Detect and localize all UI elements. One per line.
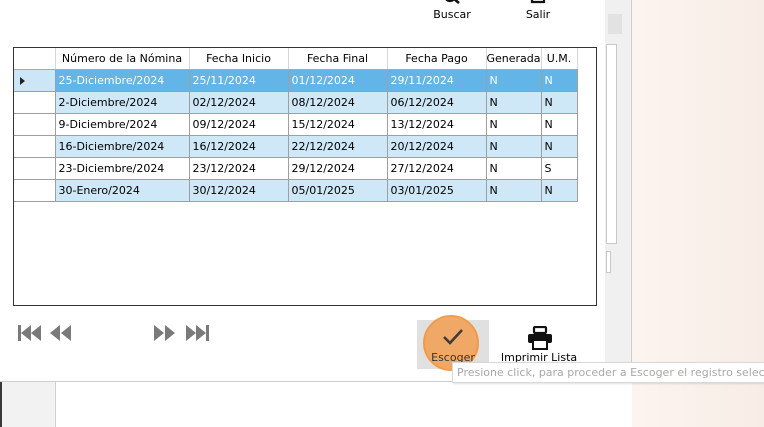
table-cell[interactable]: 06/12/2024 <box>387 91 487 114</box>
table-cell[interactable]: N <box>541 179 578 202</box>
table-cell[interactable]: 23/12/2024 <box>189 157 289 180</box>
table-cell[interactable]: 02/12/2024 <box>189 91 289 114</box>
table-cell[interactable]: 01/12/2024 <box>288 69 388 92</box>
first-page-icon[interactable] <box>16 323 44 343</box>
search-label: Buscar <box>433 8 471 21</box>
payroll-selection-dialog: Buscar Salir Número de la Nómina Fecha I… <box>0 0 632 382</box>
table-cell[interactable]: N <box>486 135 542 158</box>
table-row[interactable]: 16-Diciembre/2024 16/12/2024 22/12/2024 20/… <box>14 135 578 158</box>
printer-icon <box>528 326 552 350</box>
column-header-fecha-pago[interactable]: Fecha Pago <box>387 48 487 70</box>
table-cell[interactable]: 13/12/2024 <box>387 113 487 136</box>
table-cell[interactable]: N <box>541 113 578 136</box>
payroll-table: Número de la Nómina Fecha Inicio Fecha F… <box>14 48 578 202</box>
table-cell[interactable]: N <box>541 135 578 158</box>
payroll-grid[interactable]: Número de la Nómina Fecha Inicio Fecha F… <box>13 47 597 306</box>
checkmark-icon <box>443 329 463 345</box>
table-row[interactable]: 25-Diciembre/2024 25/11/2024 01/12/2024 29/… <box>14 69 578 92</box>
table-cell[interactable]: N <box>541 69 578 92</box>
scroll-rail <box>605 0 631 381</box>
table-row[interactable]: 30-Enero/2024 30/12/2024 05/01/2025 03/01/2… <box>14 179 578 202</box>
background-border <box>0 381 2 427</box>
grid-body: 25-Diciembre/2024 25/11/2024 01/12/2024 29/… <box>14 69 578 202</box>
background-panel <box>0 381 632 427</box>
row-header[interactable] <box>14 113 56 136</box>
tooltip: Presione click, para proceder a Escoger … <box>452 362 764 383</box>
table-cell[interactable]: N <box>486 157 542 180</box>
table-row[interactable]: 23-Diciembre/2024 23/12/2024 29/12/2024 27/… <box>14 157 578 180</box>
row-header[interactable] <box>14 69 56 92</box>
table-cell[interactable]: N <box>486 91 542 114</box>
row-header[interactable] <box>14 91 56 114</box>
table-cell[interactable]: 27/12/2024 <box>387 157 487 180</box>
table-cell[interactable]: 25-Diciembre/2024 <box>55 69 190 92</box>
table-cell[interactable]: 15/12/2024 <box>288 113 388 136</box>
grid-header-row: Número de la Nómina Fecha Inicio Fecha F… <box>14 48 578 70</box>
table-row[interactable]: 2-Diciembre/2024 02/12/2024 08/12/2024 06/1… <box>14 91 578 114</box>
row-header[interactable] <box>14 135 56 158</box>
table-cell[interactable]: 23-Diciembre/2024 <box>55 157 190 180</box>
table-cell[interactable]: 20/12/2024 <box>387 135 487 158</box>
exit-label: Salir <box>525 8 551 21</box>
table-cell[interactable]: N <box>541 91 578 114</box>
table-cell[interactable]: 25/11/2024 <box>189 69 289 92</box>
column-header-fecha-final[interactable]: Fecha Final <box>288 48 388 70</box>
table-cell[interactable]: 09/12/2024 <box>189 113 289 136</box>
previous-page-icon[interactable] <box>47 323 75 343</box>
current-row-arrow-icon <box>20 76 25 85</box>
table-cell[interactable]: N <box>486 179 542 202</box>
row-header[interactable] <box>14 179 56 202</box>
table-cell[interactable]: 9-Diciembre/2024 <box>55 113 190 136</box>
rail-element <box>608 14 622 34</box>
table-cell[interactable]: 16-Diciembre/2024 <box>55 135 190 158</box>
last-page-icon[interactable] <box>183 323 211 343</box>
table-cell[interactable]: 16/12/2024 <box>189 135 289 158</box>
table-cell[interactable]: 29/12/2024 <box>288 157 388 180</box>
rail-scrollbar[interactable] <box>606 44 617 244</box>
column-header-um[interactable]: U.M. <box>541 48 578 70</box>
table-cell[interactable]: 03/01/2025 <box>387 179 487 202</box>
row-header[interactable] <box>14 157 56 180</box>
exit-button[interactable]: Salir <box>508 0 568 24</box>
table-cell[interactable]: 30/12/2024 <box>189 179 289 202</box>
table-cell[interactable]: 30-Enero/2024 <box>55 179 190 202</box>
rail-handle[interactable] <box>606 251 611 273</box>
column-header-fecha-inicio[interactable]: Fecha Inicio <box>189 48 289 70</box>
search-button[interactable]: Buscar <box>422 0 482 24</box>
table-cell[interactable]: 22/12/2024 <box>288 135 388 158</box>
row-header-corner <box>14 48 56 70</box>
table-cell[interactable]: 05/01/2025 <box>288 179 388 202</box>
column-header-generada[interactable]: Generada <box>486 48 542 70</box>
table-cell[interactable]: N <box>486 113 542 136</box>
table-cell[interactable]: N <box>486 69 542 92</box>
column-header-nomina[interactable]: Número de la Nómina <box>55 48 190 70</box>
background-sidebar <box>0 381 56 427</box>
table-cell[interactable]: 08/12/2024 <box>288 91 388 114</box>
print-list-button[interactable]: Imprimir Lista <box>500 322 578 367</box>
next-page-icon[interactable] <box>151 323 179 343</box>
table-row[interactable]: 9-Diciembre/2024 09/12/2024 15/12/2024 13/1… <box>14 113 578 136</box>
table-cell[interactable]: S <box>541 157 578 180</box>
table-cell[interactable]: 2-Diciembre/2024 <box>55 91 190 114</box>
table-cell[interactable]: 29/11/2024 <box>387 69 487 92</box>
